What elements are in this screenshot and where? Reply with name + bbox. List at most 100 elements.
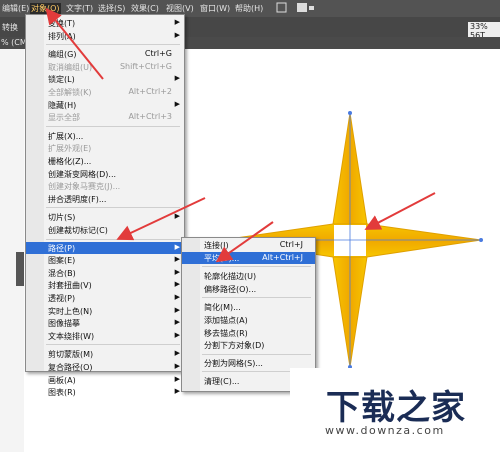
menu-item[interactable]: 扩展(X)... [26,130,184,142]
menu-item-label: 分割为网格(S)... [204,358,263,368]
chevron-right-icon: ▶ [174,374,180,383]
menu-item-label: 图案(E) [48,256,76,266]
convert-label[interactable]: 转换 [2,22,18,33]
top-toolbar-icons[interactable] [275,2,323,16]
menu-item-label: 切片(S) [48,213,76,223]
menu-item[interactable]: 剪切蒙版(M) ▶ [26,348,184,360]
anchor-point-icon[interactable] [479,238,483,242]
menu-select[interactable]: 选择(S) [98,3,125,14]
menu-item-label: 全部解锁(K) [48,88,92,97]
menu-item-label: 剪切蒙版(M) [48,350,94,360]
menu-item-label: 图像描摹 [48,319,80,329]
chevron-right-icon: ▶ [174,349,180,358]
tools-panel-edge [0,49,24,452]
menu-item[interactable]: 取消编组(U) Shift+Ctrl+G [26,61,184,73]
menu-item[interactable]: 分割下方对象(D) [182,339,315,351]
menu-item-label: 编组(G) [48,50,77,60]
menu-effect[interactable]: 效果(C) [131,3,159,14]
menu-item[interactable]: 封套扭曲(V) ▶ [26,279,184,291]
menu-item-label: 复合路径(O) [48,363,93,372]
menu-item-label: 平均(V)... [204,253,240,263]
watermark-title: 下载之家 [326,388,466,428]
chevron-right-icon: ▶ [174,330,180,339]
menu-item[interactable]: 连接(J) Ctrl+J [182,239,315,251]
menu-item-label: 偏移路径(O)... [204,284,257,294]
chevron-right-icon: ▶ [174,280,180,289]
menu-item[interactable]: 创建对象马赛克(J)... [26,180,184,192]
layout-icon[interactable] [275,2,323,14]
menu-item[interactable]: 排列(A) ▶ [26,30,184,42]
menu-item[interactable]: 路径(P) ▶ [26,241,184,254]
chevron-right-icon: ▶ [174,99,180,108]
menu-window[interactable]: 窗口(W) [200,3,230,14]
menu-item[interactable]: 文本绕排(W) ▶ [26,330,184,342]
menu-object[interactable]: 对象(O) [30,3,61,14]
menu-item[interactable]: 混合(B) ▶ [26,267,184,279]
chevron-right-icon: ▶ [174,255,180,264]
chevron-right-icon: ▶ [174,74,180,83]
menu-item-label: 混合(B) [48,268,76,278]
menu-item[interactable]: 图像描摹 ▶ [26,317,184,329]
menu-item[interactable]: 栅格化(Z)... [26,155,184,167]
menu-item[interactable]: 偏移路径(O)... [182,283,315,295]
menu-item-label: 封套扭曲(V) [48,281,92,291]
menu-item-shortcut: Shift+Ctrl+G [119,61,172,71]
menu-item-label: 轮廓化描边(U) [204,272,257,282]
menu-help[interactable]: 帮助(H) [235,3,263,14]
menu-item-label: 显示全部 [48,113,80,123]
menu-item[interactable]: 显示全部 Alt+Ctrl+3 [26,111,184,123]
menu-item-label: 扩展(X)... [48,131,84,141]
chevron-right-icon: ▶ [174,387,180,396]
menu-item[interactable]: 变换(T) ▶ [26,17,184,29]
menu-item[interactable]: 创建渐变网格(D)... [26,168,184,180]
menu-item-label: 清理(C)... [204,377,240,387]
menu-item[interactable]: 全部解锁(K) Alt+Ctrl+2 [26,86,184,98]
menu-item[interactable]: 复合路径(O) ▶ [26,361,184,373]
menu-item[interactable]: 平均(V)... Alt+Ctrl+J [182,251,315,264]
chevron-right-icon: ▶ [174,362,180,370]
menu-item-label: 路径(P) [48,243,76,253]
menu-item[interactable]: 切片(S) ▶ [26,211,184,223]
menu-item-label: 文本绕排(W) [48,331,95,341]
menu-separator [46,238,180,240]
menu-item[interactable]: 创建裁切标记(C) [26,224,184,236]
menu-item[interactable]: 图案(E) ▶ [26,254,184,266]
menu-item[interactable]: 扩展外观(E) [26,142,184,154]
menu-item-shortcut: Ctrl+G [144,49,172,59]
menu-type[interactable]: 文字(T) [66,3,93,14]
menu-item[interactable]: 轮廓化描边(U) [182,270,315,282]
menu-separator [46,207,180,209]
menu-item-label: 分割下方对象(D) [204,341,265,351]
watermark-url: www.downza.com [325,424,445,437]
menu-separator [202,297,311,299]
menu-item[interactable]: 画板(A) ▶ [26,374,184,386]
menu-item-label: 移去锚点(R) [204,328,248,338]
menu-edit[interactable]: 编辑(E) [2,3,29,14]
menu-item[interactable]: 锁定(L) ▶ [26,73,184,85]
chevron-right-icon: ▶ [174,18,180,26]
menu-item[interactable]: 透视(P) ▶ [26,292,184,304]
menu-separator [46,44,180,46]
menu-item-label: 简化(M)... [204,303,241,313]
menu-separator [202,266,311,268]
menu-item-shortcut: Alt+Ctrl+2 [128,87,172,96]
menu-view[interactable]: 视图(V) [166,3,194,14]
menu-item[interactable]: 拼合透明度(F)... [26,193,184,205]
menu-item-shortcut: Alt+Ctrl+3 [128,112,172,122]
menu-item[interactable]: 图表(R) ▶ [26,386,184,398]
chevron-right-icon: ▶ [174,293,180,301]
menu-item[interactable]: 实时上色(N) ▶ [26,305,184,317]
menu-separator [46,344,180,346]
menu-item[interactable]: 添加锚点(A) [182,314,315,326]
menu-item[interactable]: 隐藏(H) ▶ [26,99,184,111]
menu-item[interactable]: 编组(G) Ctrl+G [26,48,184,60]
menu-item[interactable]: 分割为网格(S)... [182,357,315,369]
menu-item-label: 添加锚点(A) [204,316,248,325]
chevron-right-icon: ▶ [174,267,180,276]
anchor-point-icon[interactable] [348,111,352,115]
menu-separator [46,125,180,127]
chevron-right-icon: ▶ [174,212,180,221]
menu-item[interactable]: 简化(M)... [182,301,315,313]
menu-item-label: 实时上色(N) [48,306,93,316]
menu-item[interactable]: 移去锚点(R) [182,327,315,339]
